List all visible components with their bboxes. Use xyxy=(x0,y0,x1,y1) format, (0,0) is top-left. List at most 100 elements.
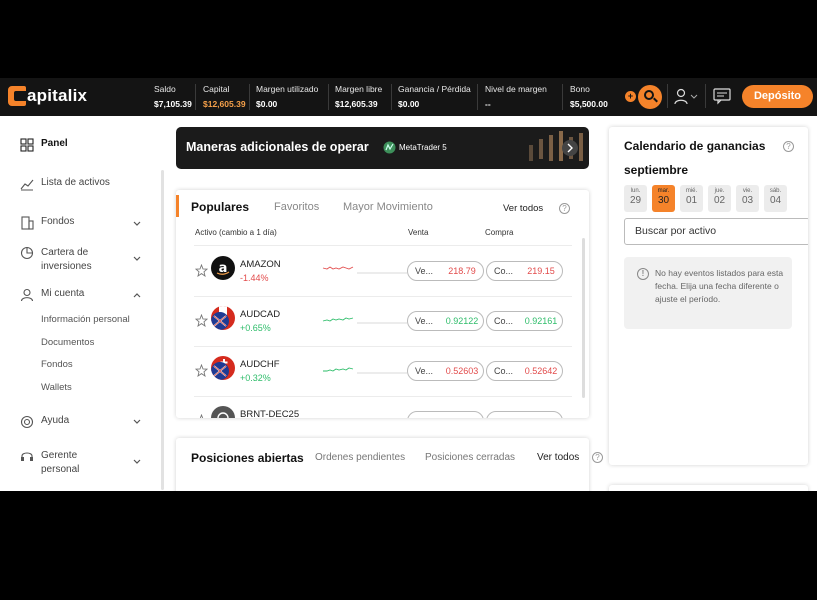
chevron-down-icon[interactable] xyxy=(132,254,142,264)
metric-ganancia-perdida: Ganancia / Pérdida $0.00 xyxy=(398,84,471,109)
help-icon[interactable]: ? xyxy=(592,452,603,463)
chevron-up-icon[interactable] xyxy=(132,290,142,300)
sidebar-item-asset-list[interactable]: Lista de activos xyxy=(20,177,110,191)
sidebar-subitem-funds[interactable]: Fondos xyxy=(41,359,73,370)
deposit-button[interactable]: Depósito xyxy=(742,85,813,108)
promo-banner[interactable]: Maneras adicionales de operar MetaTrader… xyxy=(176,127,589,169)
tab-closed-positions[interactable]: Posiciones cerradas xyxy=(425,452,515,463)
sidebar-subitem-personal-info[interactable]: Información personal xyxy=(41,314,130,325)
metric-divider xyxy=(477,84,478,110)
asset-change: +0.65% xyxy=(240,323,271,333)
sidebar: Panel Lista de activos Fondos Cartera de… xyxy=(0,116,165,491)
logo[interactable]: apitalix xyxy=(8,86,87,106)
logo-text: apitalix xyxy=(27,86,88,105)
see-all-link[interactable]: Ver todos xyxy=(503,203,543,214)
sell-button[interactable]: Ve... 0.92122 xyxy=(407,311,484,331)
table-row[interactable]: AUDCAD +0.65% Ve... 0.92122 Co... 0.9216… xyxy=(176,297,589,346)
secondary-panel xyxy=(609,485,808,491)
headset-icon xyxy=(21,452,33,461)
user-icon xyxy=(20,288,34,302)
sidebar-subitem-wallets[interactable]: Wallets xyxy=(41,382,72,393)
empty-state-message: ! No hay eventos listados para esta fech… xyxy=(624,257,792,329)
app-window: apitalix Saldo $7,105.39 Capital $12,605… xyxy=(0,78,817,491)
markets-scrollbar[interactable] xyxy=(582,238,585,398)
metric-divider xyxy=(195,84,196,110)
metric-divider xyxy=(391,84,392,110)
table-row[interactable]: AUDCHF +0.32% Ve... 0.52603 Co... 0.5264… xyxy=(176,347,589,396)
sidebar-item-my-account[interactable]: Mi cuenta xyxy=(20,288,84,302)
calendar-day[interactable]: lun. 29 xyxy=(624,185,647,212)
chevron-down-icon[interactable] xyxy=(132,457,142,467)
chevron-down-icon[interactable] xyxy=(132,219,142,229)
table-row[interactable]: a AMAZON -1.44% Ve... 218.79 Co... 219.1… xyxy=(176,247,589,296)
candlestick-decoration xyxy=(529,131,583,161)
asset-name: AUDCHF xyxy=(240,359,280,370)
sidebar-item-help[interactable]: Ayuda xyxy=(20,415,69,429)
star-icon[interactable] xyxy=(195,264,208,277)
header-divider xyxy=(705,84,706,108)
star-icon[interactable] xyxy=(195,414,208,418)
calendar-day[interactable]: vie. 03 xyxy=(736,185,759,212)
sidebar-item-portfolio[interactable]: Cartera de inversiones xyxy=(20,246,111,274)
column-header-sell: Venta xyxy=(408,228,429,237)
metatrader-badge: MetaTrader 5 xyxy=(383,141,447,154)
sell-button[interactable] xyxy=(407,411,484,418)
add-funds-button[interactable]: + xyxy=(625,91,636,102)
tab-pending-orders[interactable]: Ordenes pendientes xyxy=(315,452,405,463)
audcad-flag-icon xyxy=(211,306,235,330)
help-icon[interactable]: ? xyxy=(559,203,570,214)
positions-panel: Posiciones abiertas Ordenes pendientes P… xyxy=(176,438,603,491)
brent-oil-icon xyxy=(211,406,235,418)
buy-button[interactable]: Co... 0.92161 xyxy=(486,311,563,331)
metric-capital: Capital $12,605.39 xyxy=(203,84,246,109)
metatrader-icon xyxy=(383,141,396,154)
calendar-day[interactable]: sáb. 04 xyxy=(764,185,787,212)
calendar-month: septiembre xyxy=(624,163,689,177)
star-icon[interactable] xyxy=(195,364,208,377)
asset-change: +0.32% xyxy=(240,373,271,383)
sell-button[interactable]: Ve... 218.79 xyxy=(407,261,484,281)
buy-button[interactable]: Co... 219.15 xyxy=(486,261,563,281)
asset-search-input[interactable]: Buscar por activo xyxy=(624,218,808,245)
messages-button[interactable] xyxy=(712,87,732,105)
tab-popular[interactable]: Populares xyxy=(191,200,249,214)
sell-button[interactable]: Ve... 0.52603 xyxy=(407,361,484,381)
star-icon[interactable] xyxy=(195,314,208,327)
metric-margen-libre: Margen libre $12,605.39 xyxy=(335,84,383,109)
calendar-day-selected[interactable]: mar. 30 xyxy=(652,185,675,212)
table-row[interactable]: BRNT-DEC25 xyxy=(176,397,589,418)
column-header-buy: Compra xyxy=(485,228,514,237)
sidebar-item-panel[interactable]: Panel xyxy=(20,138,68,152)
sidebar-item-funds[interactable]: Fondos xyxy=(20,216,74,230)
sidebar-item-personal-manager[interactable]: Gerente personal xyxy=(20,449,101,477)
help-icon[interactable]: ? xyxy=(783,141,794,152)
buy-button[interactable]: Co... 0.52642 xyxy=(486,361,563,381)
metric-nivel-margen: Nivel de margen -- xyxy=(485,84,547,109)
calendar-day[interactable]: jue. 02 xyxy=(708,185,731,212)
metric-saldo: Saldo $7,105.39 xyxy=(154,84,192,109)
amazon-logo: a xyxy=(211,256,235,280)
buy-button[interactable] xyxy=(486,411,563,418)
metric-divider xyxy=(562,84,563,110)
grid-icon xyxy=(20,138,34,152)
tab-open-positions[interactable]: Posiciones abiertas xyxy=(191,451,304,465)
metric-divider xyxy=(328,84,329,110)
search-button[interactable] xyxy=(638,85,662,109)
asset-name: AMAZON xyxy=(240,259,281,270)
earnings-calendar: Calendario de ganancias ? septiembre lun… xyxy=(609,127,808,465)
tab-favorites[interactable]: Favoritos xyxy=(274,201,319,213)
markets-panel: Populares Favoritos Mayor Movimiento Ver… xyxy=(176,190,589,418)
calendar-day[interactable]: mié. 01 xyxy=(680,185,703,212)
sidebar-subitem-documents[interactable]: Documentos xyxy=(41,337,94,348)
sidebar-scrollbar[interactable] xyxy=(161,170,164,490)
tab-top-movers[interactable]: Mayor Movimiento xyxy=(343,201,433,213)
asset-change: -1.44% xyxy=(240,273,269,283)
chevron-right-icon xyxy=(567,143,573,153)
chevron-down-icon[interactable] xyxy=(132,417,142,427)
see-all-link[interactable]: Ver todos xyxy=(537,452,579,463)
user-menu-button[interactable] xyxy=(673,88,701,106)
audchf-flag-icon xyxy=(211,356,235,380)
info-icon: ! xyxy=(637,268,649,280)
banner-title: Maneras adicionales de operar xyxy=(186,140,369,154)
banner-next-button[interactable] xyxy=(562,140,578,156)
